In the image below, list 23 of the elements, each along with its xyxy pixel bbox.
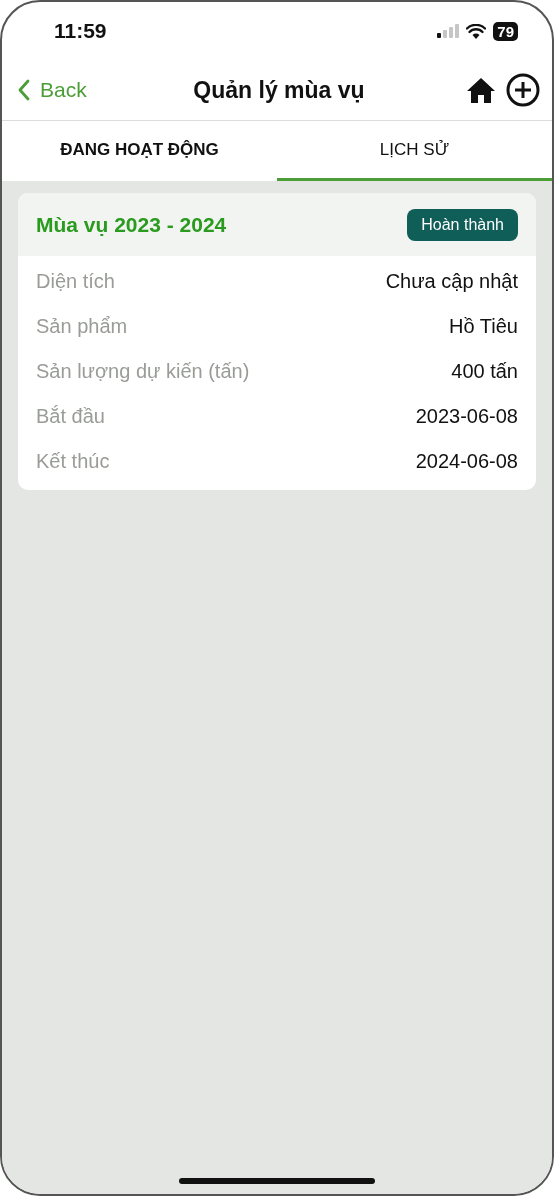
- season-title: Mùa vụ 2023 - 2024: [36, 212, 227, 237]
- field-value: Chưa cập nhật: [385, 270, 518, 293]
- field-label: Diện tích: [36, 270, 115, 293]
- field-value: 2023-06-08: [415, 405, 518, 428]
- field-value: 2024-06-08: [415, 450, 518, 473]
- screen-title: Quản lý mùa vụ: [193, 76, 365, 104]
- add-icon: [506, 73, 540, 107]
- chevron-left-icon: [18, 79, 30, 101]
- wifi-icon: [466, 23, 487, 39]
- field-label: Sản phẩm: [36, 315, 128, 338]
- field-label: Sản lượng dự kiến (tấn): [36, 360, 250, 383]
- clock-time: 11:59: [54, 19, 107, 43]
- signal-icon: [437, 24, 460, 38]
- home-button[interactable]: [466, 77, 496, 103]
- field-value: 400 tấn: [451, 360, 518, 383]
- battery-level: 79: [497, 22, 514, 40]
- home-icon: [466, 77, 496, 103]
- field-value: Hồ Tiêu: [449, 315, 518, 338]
- season-card[interactable]: Mùa vụ 2023 - 2024 Hoàn thành Diện tích Chưa cập nhật Sản phẩm Hồ Tiêu Sản lượng dự kiến (tấn) 400 tấn Bắt đầu 2023-06-08 Kết thúc 2024-06-08: [18, 193, 536, 490]
- field-label: Kết thúc: [36, 450, 110, 473]
- status-badge: Hoàn thành: [407, 208, 518, 241]
- add-button[interactable]: [506, 73, 540, 107]
- field-label: Bắt đầu: [36, 405, 105, 428]
